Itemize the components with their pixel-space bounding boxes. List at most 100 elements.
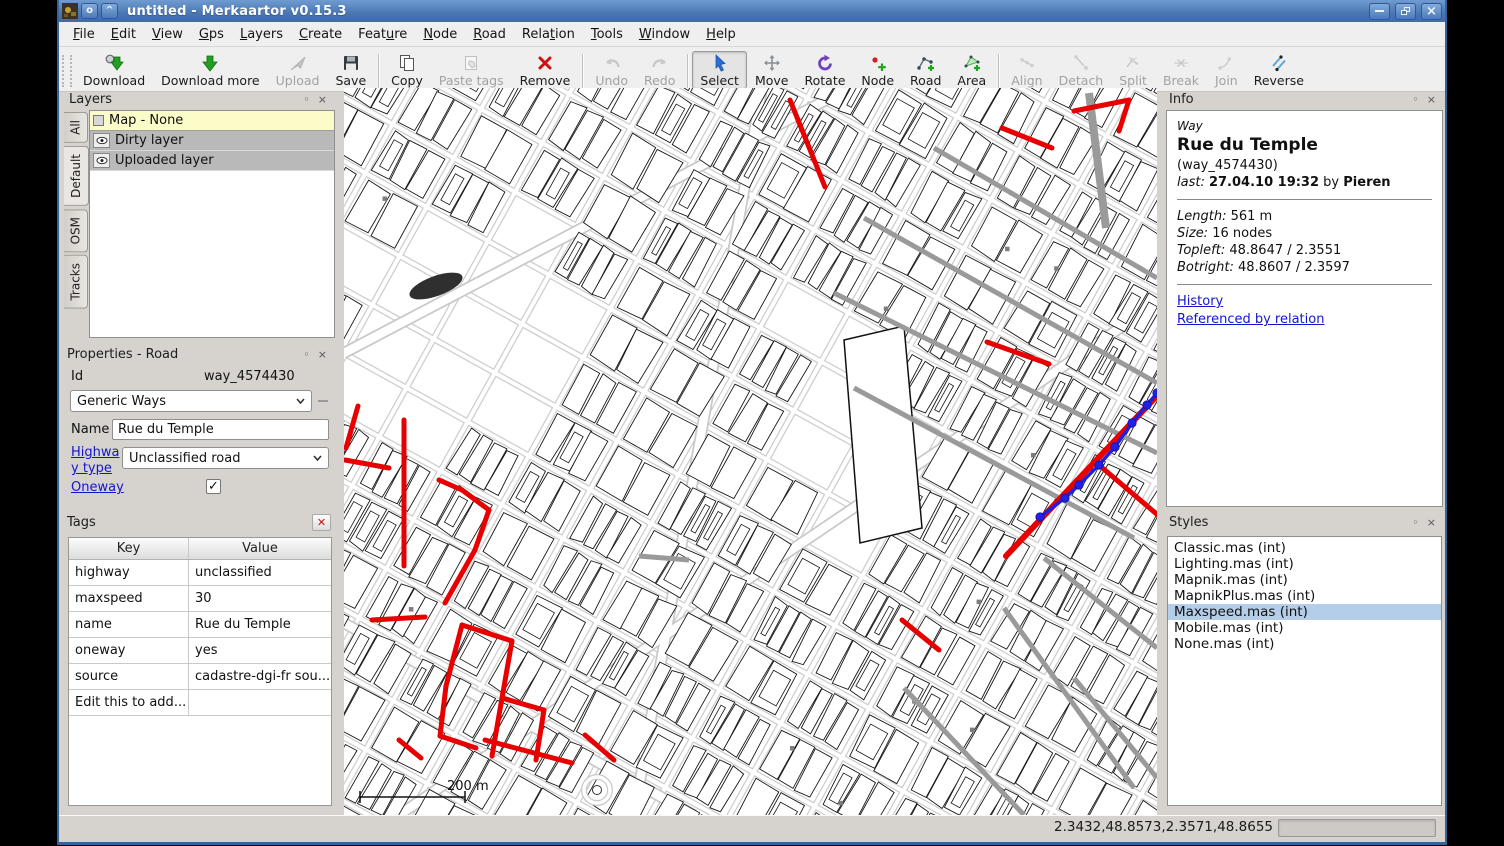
styles-close-button[interactable]: × [1423, 517, 1440, 528]
info-float-button[interactable]: ◦ [1408, 94, 1423, 105]
toolbar-node-button[interactable]: Node [853, 51, 902, 89]
layers-close-button[interactable]: × [314, 94, 331, 105]
highway-type-combobox[interactable]: Unclassified road [122, 447, 329, 469]
menu-window[interactable]: Window [631, 24, 698, 45]
toolbar-paste-tags-button[interactable]: Paste tags [431, 51, 512, 89]
style-item[interactable]: Maxspeed.mas (int) [1168, 604, 1441, 620]
redo-icon [649, 53, 671, 73]
menu-relation[interactable]: Relation [514, 24, 583, 45]
tag-value[interactable] [189, 690, 331, 715]
style-item[interactable]: None.mas (int) [1168, 636, 1441, 652]
style-item[interactable]: Classic.mas (int) [1168, 540, 1441, 556]
tag-value[interactable]: Rue du Temple [189, 612, 331, 637]
tag-key[interactable]: highway [69, 560, 189, 585]
toolbar-undo-button[interactable]: Undo [587, 51, 636, 89]
toolbar-drag-handle[interactable] [62, 55, 72, 87]
tag-row[interactable]: onewayyes [69, 638, 331, 664]
tag-row[interactable]: sourcecadastre-dgi-fr sou... [69, 664, 331, 690]
menu-edit[interactable]: Edit [103, 24, 144, 45]
layers-tab-default[interactable]: Default [64, 146, 89, 206]
toolbar-download-button[interactable]: Download [75, 51, 153, 89]
tags-close-button[interactable]: ✕ [312, 514, 331, 531]
title-bar[interactable]: o ^ untitled - Merkaartor v0.15.3 × [59, 0, 1445, 22]
tag-key[interactable]: maxspeed [69, 586, 189, 611]
tag-value[interactable]: unclassified [189, 560, 331, 585]
align-icon [1016, 53, 1038, 73]
tag-row[interactable]: highwayunclassified [69, 560, 331, 586]
menu-tools[interactable]: Tools [583, 24, 631, 45]
tag-value[interactable]: 30 [189, 586, 331, 611]
info-stat: Botright: 48.8607 / 2.3597 [1177, 260, 1432, 275]
toolbar-copy-button[interactable]: Copy [383, 51, 431, 89]
menu-road[interactable]: Road [465, 24, 514, 45]
menu-file[interactable]: File [65, 24, 103, 45]
tag-key[interactable]: Edit this to add... [69, 690, 189, 715]
tags-column-key[interactable]: Key [69, 538, 189, 559]
layer-row[interactable]: Map - None [90, 111, 334, 131]
toolbar-move-button[interactable]: Move [747, 51, 797, 89]
toolbar-select-button[interactable]: Select [692, 51, 747, 89]
close-button[interactable]: × [1421, 3, 1442, 20]
highway-type-link[interactable]: Highway type [71, 445, 121, 477]
tag-value[interactable]: cadastre-dgi-fr sou... [189, 664, 331, 689]
map-view[interactable]: 200 m [344, 88, 1157, 815]
tag-key[interactable]: name [69, 612, 189, 637]
layers-tab-all[interactable]: All [64, 112, 88, 143]
layer-visibility-checkbox[interactable] [93, 115, 104, 126]
layer-row[interactable]: Uploaded layer [90, 151, 334, 171]
toolbar-remove-button[interactable]: Remove [512, 51, 579, 89]
styles-float-button[interactable]: ◦ [1408, 517, 1423, 528]
properties-close-button[interactable]: × [314, 349, 331, 360]
tag-key[interactable]: oneway [69, 638, 189, 663]
menu-node[interactable]: Node [415, 24, 465, 45]
toolbar-join-button[interactable]: Join [1207, 51, 1246, 89]
menu-feature[interactable]: Feature [350, 24, 415, 45]
menu-layers[interactable]: Layers [232, 24, 291, 45]
layers-float-button[interactable]: ◦ [299, 94, 314, 105]
preset-combobox[interactable]: Generic Ways [70, 390, 312, 412]
menu-view[interactable]: View [144, 24, 191, 45]
menu-help[interactable]: Help [698, 24, 744, 45]
toolbar-reverse-button[interactable]: Reverse [1246, 51, 1312, 89]
toolbar-rotate-button[interactable]: Rotate [796, 51, 853, 89]
layer-row[interactable]: Dirty layer [90, 131, 334, 151]
toolbar-area-button[interactable]: Area [949, 51, 994, 89]
toolbar-road-button[interactable]: Road [902, 51, 949, 89]
layers-tab-osm[interactable]: OSM [64, 209, 88, 252]
break-icon [1170, 53, 1192, 73]
tags-column-value[interactable]: Value [189, 538, 331, 559]
tag-row[interactable]: nameRue du Temple [69, 612, 331, 638]
style-item[interactable]: MapnikPlus.mas (int) [1168, 588, 1441, 604]
toolbar-upload-button[interactable]: Upload [268, 51, 328, 89]
tag-value[interactable]: yes [189, 638, 331, 663]
tag-key[interactable]: source [69, 664, 189, 689]
minimize-button[interactable] [1369, 3, 1390, 20]
properties-float-button[interactable]: ◦ [299, 349, 314, 360]
toolbar-split-button[interactable]: Split [1111, 51, 1155, 89]
style-item[interactable]: Mobile.mas (int) [1168, 620, 1441, 636]
info-link-referenced-by-relation[interactable]: Referenced by relation [1177, 312, 1432, 327]
name-input[interactable]: Rue du Temple [112, 419, 329, 440]
toolbar-detach-button[interactable]: Detach [1051, 51, 1112, 89]
menu-gps[interactable]: Gps [191, 24, 232, 45]
toolbar-redo-button[interactable]: Redo [636, 51, 683, 89]
toolbar-align-button[interactable]: Align [1003, 51, 1050, 89]
tag-row[interactable]: Edit this to add... [69, 690, 331, 716]
style-item[interactable]: Mapnik.mas (int) [1168, 572, 1441, 588]
toolbar-save-button[interactable]: Save [327, 51, 374, 89]
tags-table: Key Value highwayunclassifiedmaxspeed30n… [68, 537, 332, 806]
style-item[interactable]: Lighting.mas (int) [1168, 556, 1441, 572]
restore-button[interactable] [1395, 3, 1416, 20]
chevron-down-icon [313, 455, 322, 461]
toolbar-break-button[interactable]: Break [1155, 51, 1207, 89]
info-close-button[interactable]: × [1423, 94, 1440, 105]
layers-tab-tracks[interactable]: Tracks [64, 255, 88, 309]
oneway-checkbox[interactable]: ✓ [206, 479, 221, 494]
menu-create[interactable]: Create [291, 24, 350, 45]
tag-row[interactable]: maxspeed30 [69, 586, 331, 612]
info-link-history[interactable]: History [1177, 294, 1432, 309]
toolbar-download-more-button[interactable]: Download more [153, 51, 268, 89]
oneway-link[interactable]: Oneway [71, 480, 124, 495]
window-shade-button[interactable]: o [81, 3, 98, 19]
window-rollup-button[interactable]: ^ [101, 3, 118, 19]
